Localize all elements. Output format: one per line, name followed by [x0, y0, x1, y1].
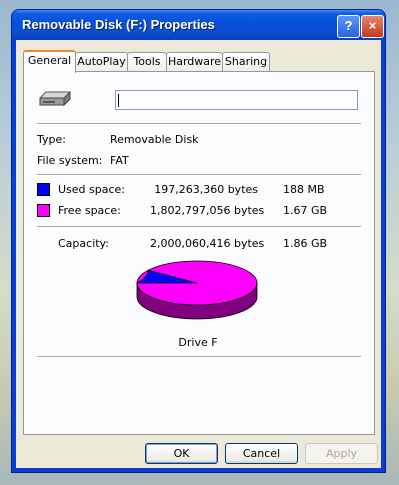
removable-drive-icon	[39, 90, 71, 107]
ok-button[interactable]: OK	[145, 443, 218, 464]
type-value: Removable Disk	[110, 133, 199, 146]
apply-button[interactable]: Apply	[305, 443, 378, 464]
tab-autoplay[interactable]: AutoPlay	[75, 52, 128, 71]
free-space-label: Free space:	[58, 204, 121, 217]
used-space-size: 188 MB	[283, 183, 325, 196]
used-space-bytes: 197,263,360 bytes	[154, 183, 258, 196]
type-label: Type:	[37, 133, 66, 146]
capacity-bytes: 2,000,060,416 bytes	[150, 237, 265, 250]
used-space-label: Used space:	[58, 183, 126, 196]
disk-usage-pie-chart	[136, 260, 258, 320]
tab-general[interactable]: General	[23, 50, 76, 73]
cancel-button[interactable]: Cancel	[225, 443, 298, 464]
window-title: Removable Disk (F:) Properties	[22, 17, 215, 32]
tab-sharing[interactable]: Sharing	[222, 52, 270, 71]
volume-label-input[interactable]	[115, 90, 358, 110]
title-bar[interactable]: Removable Disk (F:) Properties ? ×	[12, 10, 385, 40]
text-caret	[118, 94, 119, 107]
file-system-label: File system:	[37, 154, 103, 167]
properties-window: Removable Disk (F:) Properties ? × Gener…	[12, 10, 385, 472]
separator	[37, 356, 361, 358]
general-panel: Type: Removable Disk File system: FAT Us…	[23, 71, 375, 435]
close-button[interactable]: ×	[361, 15, 384, 38]
separator	[37, 123, 361, 125]
tab-hardware[interactable]: Hardware	[166, 52, 223, 71]
free-space-bytes: 1,802,797,056 bytes	[150, 204, 265, 217]
free-space-size: 1.67 GB	[283, 204, 328, 217]
capacity-size: 1.86 GB	[283, 237, 328, 250]
file-system-value: FAT	[110, 154, 129, 167]
capacity-label: Capacity:	[58, 237, 109, 250]
drive-label: Drive F	[178, 336, 218, 349]
separator	[37, 226, 361, 228]
separator	[37, 174, 361, 176]
tab-tools[interactable]: Tools	[127, 52, 167, 71]
help-button[interactable]: ?	[337, 15, 360, 38]
used-space-swatch	[37, 183, 50, 196]
free-space-swatch	[37, 204, 50, 217]
dialog-client: General AutoPlay Tools Hardware Sharing …	[16, 40, 381, 468]
